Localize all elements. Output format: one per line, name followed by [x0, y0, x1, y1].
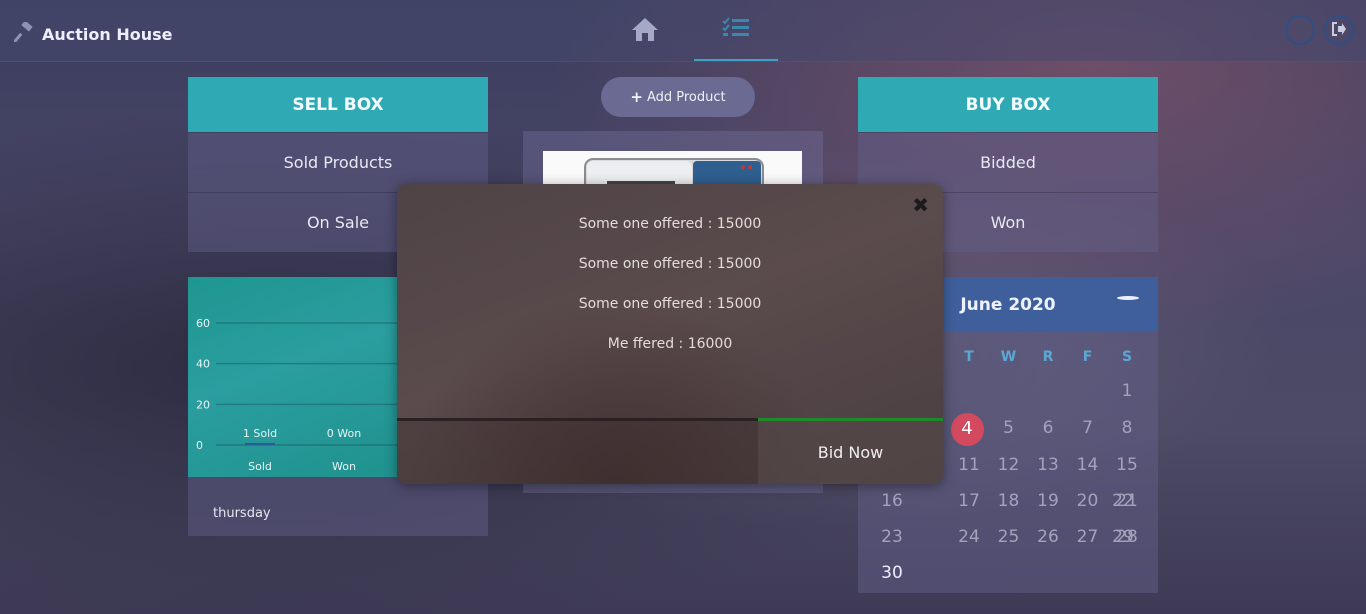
data-label: 1 Sold — [243, 427, 277, 440]
offer-line: Some one offered : 15000 — [578, 256, 762, 272]
calendar-day[interactable]: 23 — [873, 527, 911, 547]
calendar-day[interactable]: 17 — [950, 491, 988, 511]
offer-line: Some one offered : 15000 — [578, 216, 762, 232]
add-product-button[interactable]: + Add Product — [601, 77, 755, 117]
sell-box-title: SELL BOX — [188, 77, 488, 132]
y-tick-label: 0 — [196, 439, 203, 452]
task-list-icon — [722, 16, 750, 43]
chart-footer: thursday — [213, 506, 271, 521]
collapse-icon[interactable] — [1117, 296, 1139, 300]
calendar-day[interactable]: 14 — [1069, 455, 1107, 475]
gavel-icon — [12, 20, 36, 46]
top-bar: Auction House — [0, 0, 1366, 62]
bid-amount-input[interactable] — [397, 418, 758, 484]
calendar-day[interactable]: 18 — [990, 491, 1028, 511]
calendar-day[interactable]: 11 — [950, 455, 988, 475]
calendar-day[interactable]: 4 — [948, 418, 986, 439]
calendar-day[interactable]: 1 — [1108, 381, 1146, 401]
calendar-day[interactable]: 5 — [990, 418, 1028, 438]
weekday-label: F — [1082, 349, 1093, 365]
sell-box-item-sold-products[interactable]: Sold Products — [188, 132, 488, 192]
my-offer-line: Me ffered : 16000 — [607, 336, 733, 352]
calendar-day[interactable]: 27 — [1069, 527, 1107, 547]
calendar-day[interactable]: 20 — [1069, 491, 1107, 511]
calendar-day[interactable]: 15 — [1108, 455, 1146, 475]
plus-icon: + — [630, 88, 643, 106]
x-tick-label: Sold — [248, 460, 272, 473]
calendar-day[interactable]: 24 — [950, 527, 988, 547]
add-product-label: Add Product — [646, 89, 726, 105]
bar[interactable] — [329, 443, 359, 445]
calendar-day[interactable]: 29 — [1104, 527, 1142, 547]
close-icon[interactable]: ✖ — [912, 193, 929, 217]
y-tick-label: 20 — [196, 398, 210, 411]
y-tick-label: 40 — [196, 358, 210, 371]
calendar-day[interactable]: 7 — [1069, 418, 1107, 438]
buy-box-title: BUY BOX — [858, 77, 1158, 132]
brand[interactable]: Auction House — [12, 20, 173, 46]
buy-box-item-bidded[interactable]: Bidded — [858, 132, 1158, 192]
y-tick-label: 60 — [196, 317, 210, 330]
calendar-day[interactable]: 6 — [1029, 418, 1067, 438]
weekday-label: W — [1000, 349, 1017, 365]
calendar-day[interactable]: 13 — [1029, 455, 1067, 475]
calendar-day[interactable]: 25 — [990, 527, 1028, 547]
calendar-day[interactable]: 22 — [1104, 491, 1142, 511]
x-tick-label: Won — [332, 460, 356, 473]
calendar-title: June 2020 — [960, 294, 1056, 315]
calendar-day[interactable]: 8 — [1108, 418, 1146, 438]
logout-icon — [1331, 21, 1347, 40]
bar[interactable] — [245, 442, 275, 445]
calendar-day[interactable]: 26 — [1029, 527, 1067, 547]
weekday-label: R — [1042, 349, 1054, 365]
app-title: Auction House — [42, 24, 173, 44]
tab-task-list[interactable] — [694, 0, 778, 61]
calendar-day[interactable]: 12 — [990, 455, 1028, 475]
calendar-day[interactable]: 19 — [1029, 491, 1067, 511]
logout-button[interactable] — [1324, 15, 1354, 45]
tab-home[interactable] — [603, 0, 687, 61]
profile-button[interactable] — [1285, 15, 1315, 45]
weekday-label: T — [964, 349, 974, 365]
offer-line: Some one offered : 15000 — [578, 296, 762, 312]
calendar-day[interactable]: 30 — [873, 563, 911, 583]
weekday-label: S — [1121, 349, 1133, 365]
bid-modal: ✖ Some one offered : 15000 Some one offe… — [397, 184, 943, 484]
calendar-day[interactable]: 16 — [873, 491, 911, 511]
home-icon — [630, 16, 660, 46]
bid-now-button[interactable]: Bid Now — [758, 418, 943, 484]
data-label: 0 Won — [327, 427, 361, 440]
